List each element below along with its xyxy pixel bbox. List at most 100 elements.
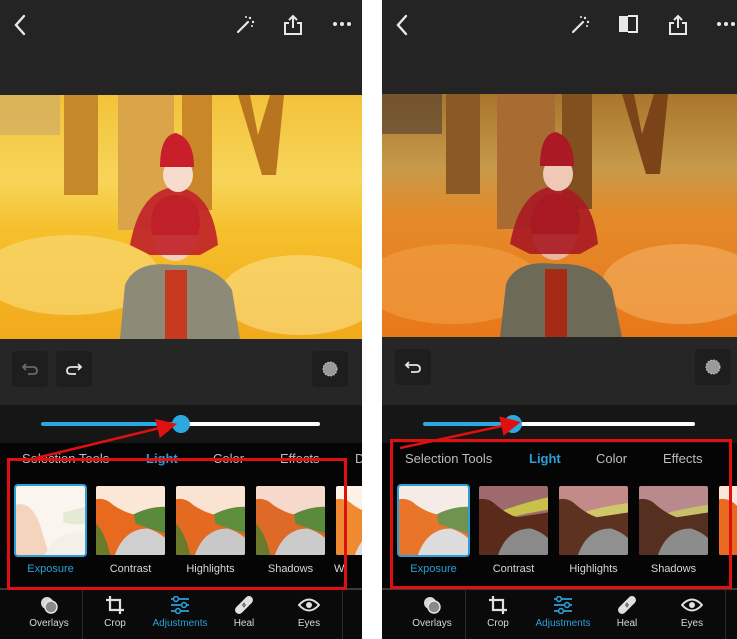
undo-button[interactable] <box>12 351 48 387</box>
sliders-icon <box>171 596 189 614</box>
overlays-icon <box>41 597 58 614</box>
thumbnail-image <box>397 484 470 557</box>
nav-label: Adjustments <box>152 618 208 629</box>
brush-size-icon <box>322 361 338 377</box>
thumbnail-image <box>717 484 737 557</box>
redo-icon <box>66 363 83 375</box>
nav-separator <box>82 590 83 639</box>
nav-overlays[interactable]: Overlays <box>401 594 463 629</box>
tab-selection-tools[interactable]: Selection Tools <box>22 451 109 466</box>
magic-wand-icon[interactable] <box>568 13 592 37</box>
slider-fill <box>423 422 513 426</box>
eye-icon <box>298 598 320 612</box>
tab-light[interactable]: Light <box>146 451 178 466</box>
exposure-slider[interactable] <box>382 405 737 443</box>
thumb-label: Contrast <box>492 563 535 575</box>
share-icon[interactable] <box>281 12 305 38</box>
nav-crop[interactable]: Crop <box>84 594 146 629</box>
undo-icon <box>404 361 421 373</box>
adjustment-thumbnails: Exposure Contrast Highlights <box>0 484 362 584</box>
undo-button[interactable] <box>395 349 431 385</box>
thumbnail-image <box>477 484 550 557</box>
nav-separator <box>342 590 343 639</box>
thumb-shadows[interactable]: Shadows <box>254 484 327 575</box>
thumb-exposure[interactable]: Exposure <box>14 484 87 575</box>
tab-detail[interactable]: D <box>355 451 362 466</box>
thumbnail-image <box>174 484 247 557</box>
more-dots-icon[interactable] <box>330 12 354 36</box>
nav-label: Adjustments <box>535 618 591 629</box>
slider-track <box>513 422 695 426</box>
exposure-slider[interactable] <box>0 405 362 443</box>
compare-icon[interactable] <box>616 12 640 36</box>
top-bar <box>0 0 362 95</box>
magic-wand-icon[interactable] <box>233 13 257 37</box>
screen-after: Selection Tools Light Color Effects Expo… <box>382 0 737 639</box>
autumn-photo-bright <box>0 95 362 339</box>
edit-tool-row <box>382 337 737 405</box>
tab-light[interactable]: Light <box>529 451 561 466</box>
brush-settings-button[interactable] <box>695 349 731 385</box>
comparison-stage: Selection Tools Light Color Effects D Ex… <box>0 0 737 639</box>
thumb-label: Shadows <box>650 563 697 575</box>
thumb-next[interactable] <box>717 484 737 563</box>
photo-preview[interactable] <box>0 95 362 339</box>
thumb-label: W <box>334 563 345 575</box>
nav-label: Overlays <box>412 618 452 629</box>
eye-icon <box>681 598 703 612</box>
tab-effects[interactable]: Effects <box>663 451 703 466</box>
back-chevron-icon[interactable] <box>8 12 32 38</box>
nav-adjustments[interactable]: Adjustments <box>149 594 211 629</box>
thumbnail-image <box>637 484 710 557</box>
slider-thumb[interactable] <box>504 415 522 433</box>
nav-overlays[interactable]: Overlays <box>18 594 80 629</box>
nav-separator <box>465 590 466 639</box>
sliders-icon <box>554 596 572 614</box>
bottom-nav: Overlays Crop Adjustments Heal Eyes <box>0 590 362 639</box>
redo-button[interactable] <box>56 351 92 387</box>
thumb-label: Highlights <box>569 563 618 575</box>
thumb-shadows[interactable]: Shadows <box>637 484 710 575</box>
brush-settings-button[interactable] <box>312 351 348 387</box>
nav-heal[interactable]: Heal <box>596 594 658 629</box>
thumb-contrast[interactable]: Contrast <box>477 484 550 575</box>
nav-label: Eyes <box>297 618 321 629</box>
tab-selection-tools[interactable]: Selection Tools <box>405 451 492 466</box>
nav-crop[interactable]: Crop <box>467 594 529 629</box>
nav-label: Heal <box>233 618 255 629</box>
nav-adjustments[interactable]: Adjustments <box>532 594 594 629</box>
thumbnail-image <box>254 484 327 557</box>
tab-color[interactable]: Color <box>213 451 244 466</box>
bandage-icon <box>235 596 253 614</box>
back-chevron-icon[interactable] <box>390 12 414 38</box>
thumb-label: Highlights <box>186 563 235 575</box>
thumb-highlights[interactable]: Highlights <box>174 484 247 575</box>
brush-size-icon <box>705 359 721 375</box>
category-tabs: Selection Tools Light Color Effects <box>382 451 737 473</box>
thumb-whites[interactable]: W <box>334 484 362 575</box>
nav-eyes[interactable]: Eyes <box>661 594 723 629</box>
nav-separator <box>725 590 726 639</box>
nav-heal[interactable]: Heal <box>213 594 275 629</box>
crop-icon <box>489 596 507 614</box>
thumb-contrast[interactable]: Contrast <box>94 484 167 575</box>
adjustment-thumbnails: Exposure Contrast Highlights <box>382 484 737 584</box>
thumbnail-image <box>14 484 87 557</box>
more-dots-icon[interactable] <box>714 12 737 36</box>
thumb-highlights[interactable]: Highlights <box>557 484 630 575</box>
share-icon[interactable] <box>666 12 690 38</box>
bottom-nav: Overlays Crop Adjustments Heal Eyes <box>382 590 737 639</box>
nav-eyes[interactable]: Eyes <box>278 594 340 629</box>
thumb-label: Exposure <box>410 563 457 575</box>
tab-color[interactable]: Color <box>596 451 627 466</box>
thumb-exposure[interactable]: Exposure <box>397 484 470 575</box>
adjustment-panel: Selection Tools Light Color Effects Expo… <box>382 443 737 588</box>
nav-label: Crop <box>104 618 126 629</box>
tab-effects[interactable]: Effects <box>280 451 320 466</box>
slider-thumb[interactable] <box>172 415 190 433</box>
edit-tool-row <box>0 339 362 405</box>
undo-icon <box>21 363 38 375</box>
nav-label: Overlays <box>29 618 69 629</box>
photo-preview[interactable] <box>382 94 737 337</box>
thumb-label: Contrast <box>109 563 152 575</box>
